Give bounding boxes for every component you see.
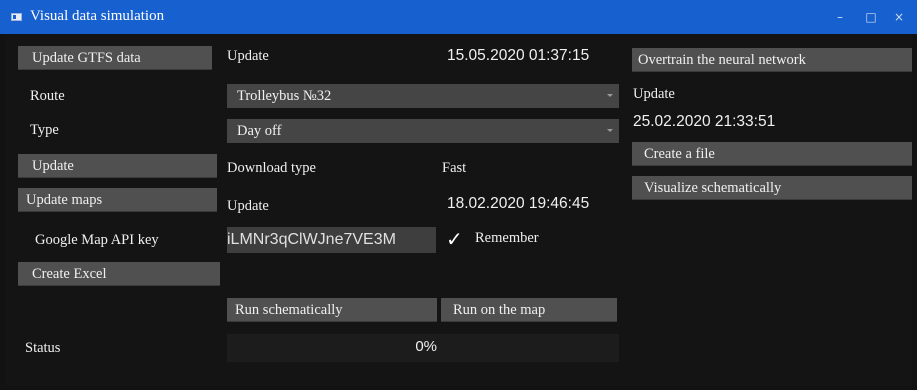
- main-panel: Update GTFS data Route Type Update Updat…: [5, 34, 912, 386]
- route-select-value: Trolleybus №32: [237, 88, 332, 104]
- update-gtfs-button[interactable]: Update GTFS data: [18, 46, 212, 70]
- update-maps-button[interactable]: Update maps: [18, 188, 217, 212]
- overtrain-button[interactable]: Overtrain the neural network: [632, 48, 912, 72]
- type-select[interactable]: Day off: [227, 119, 619, 143]
- remember-label: Remember: [475, 230, 539, 246]
- maximize-button[interactable]: □: [861, 7, 881, 27]
- type-select-value: Day off: [237, 123, 282, 139]
- status-label: Status: [25, 340, 61, 356]
- chevron-down-icon: [607, 129, 613, 132]
- checkmark-icon: ✓: [446, 227, 463, 251]
- run-schematically-button[interactable]: Run schematically: [227, 298, 437, 322]
- window-title: Visual data simulation: [30, 8, 165, 24]
- maps-update-time: 18.02.2020 19:46:45: [447, 195, 590, 212]
- download-type-value: Fast: [442, 160, 467, 176]
- gtfs-update-label: Update: [227, 48, 269, 64]
- type-label: Type: [30, 122, 59, 138]
- maps-update-label: Update: [227, 198, 269, 214]
- close-button[interactable]: ×: [889, 7, 909, 27]
- nn-update-label: Update: [633, 86, 675, 102]
- minimize-button[interactable]: –: [830, 7, 850, 27]
- run-on-map-button[interactable]: Run on the map: [441, 298, 617, 322]
- status-progress-bar: 0%: [227, 334, 619, 362]
- title-bar[interactable]: Visual data simulation – □ ×: [0, 0, 917, 34]
- visualize-button[interactable]: Visualize schematically: [632, 176, 912, 200]
- nn-update-time: 25.02.2020 21:33:51: [633, 113, 776, 130]
- chevron-down-icon: [607, 94, 613, 97]
- gtfs-update-time: 15.05.2020 01:37:15: [447, 47, 590, 64]
- route-select[interactable]: Trolleybus №32: [227, 84, 619, 108]
- api-key-label: Google Map API key: [35, 232, 159, 248]
- window-app-icon: [11, 13, 22, 21]
- create-file-button[interactable]: Create a file: [632, 142, 912, 166]
- update-button[interactable]: Update: [18, 154, 217, 178]
- download-type-label: Download type: [227, 160, 316, 176]
- api-key-input[interactable]: iLMNr3qClWJne7VE3M: [227, 227, 436, 253]
- create-excel-button[interactable]: Create Excel: [18, 262, 220, 286]
- progress-text: 0%: [415, 338, 437, 355]
- route-label: Route: [30, 88, 65, 104]
- remember-checkbox[interactable]: ✓: [446, 227, 463, 251]
